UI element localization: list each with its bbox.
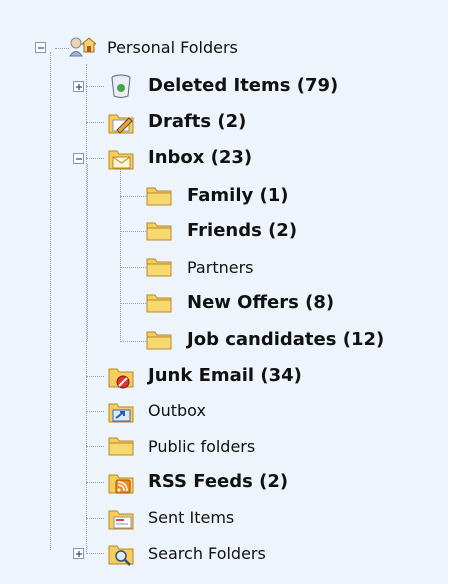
folder-icon — [145, 254, 173, 280]
folder-icon — [145, 327, 173, 353]
expand-toggle-deleted-items[interactable] — [73, 81, 84, 92]
tree-line — [86, 122, 104, 123]
tree-line — [120, 196, 146, 197]
tree-line — [87, 164, 88, 341]
expand-toggle-search-folders[interactable] — [73, 548, 84, 559]
inbox-icon — [107, 144, 135, 170]
search-folder-icon — [107, 539, 135, 566]
tree-item-inbox[interactable]: Inbox (23) — [148, 148, 252, 168]
tree-item-rss-feeds[interactable]: RSS Feeds (2) — [148, 472, 288, 492]
tree-item-partners[interactable]: Partners — [187, 258, 253, 278]
tree-line — [86, 64, 87, 554]
tree-line — [86, 158, 104, 159]
folder-icon — [145, 290, 173, 316]
tree-line — [86, 86, 104, 87]
tree-line — [86, 553, 104, 554]
tree-item-deleted-items[interactable]: Deleted Items (79) — [148, 76, 338, 96]
tree-line — [86, 376, 104, 377]
tree-line — [86, 411, 104, 412]
tree-line — [86, 482, 104, 483]
tree-item-friends[interactable]: Friends (2) — [187, 221, 297, 241]
collapse-toggle-personal-folders[interactable] — [35, 42, 46, 53]
tree-line — [86, 518, 104, 519]
tree-item-new-offers[interactable]: New Offers (8) — [187, 293, 334, 313]
folder-icon — [145, 183, 173, 209]
tree-line — [120, 341, 146, 342]
personal-folders-icon — [68, 34, 98, 60]
tree-item-drafts[interactable]: Drafts (2) — [148, 112, 246, 132]
collapse-toggle-inbox[interactable] — [73, 153, 84, 164]
outbox-icon — [107, 397, 135, 423]
tree-line — [55, 48, 69, 49]
folder-icon — [145, 218, 173, 244]
drafts-icon — [107, 108, 135, 134]
tree-item-family[interactable]: Family (1) — [187, 186, 288, 206]
tree-line — [50, 52, 51, 550]
trash-icon — [107, 72, 135, 98]
tree-line — [120, 303, 146, 304]
tree-line — [86, 446, 104, 447]
rss-feed-icon — [107, 468, 135, 494]
tree-item-job-candidates[interactable]: Job candidates (12) — [187, 330, 384, 350]
tree-item-outbox[interactable]: Outbox — [148, 401, 206, 421]
tree-item-personal-folders[interactable]: Personal Folders — [107, 38, 238, 58]
tree-item-search-folders[interactable]: Search Folders — [148, 544, 266, 564]
junk-email-icon — [107, 362, 135, 389]
folder-icon — [107, 433, 135, 459]
folder-pane: Personal Folders Deleted Items (79) Draf… — [0, 0, 448, 584]
tree-line — [120, 231, 146, 232]
tree-item-junk-email[interactable]: Junk Email (34) — [148, 366, 302, 386]
tree-line — [120, 267, 146, 268]
tree-line — [120, 168, 121, 342]
sent-items-icon — [107, 504, 135, 530]
tree-item-public-folders[interactable]: Public folders — [148, 437, 255, 457]
tree-item-sent-items[interactable]: Sent Items — [148, 508, 234, 528]
